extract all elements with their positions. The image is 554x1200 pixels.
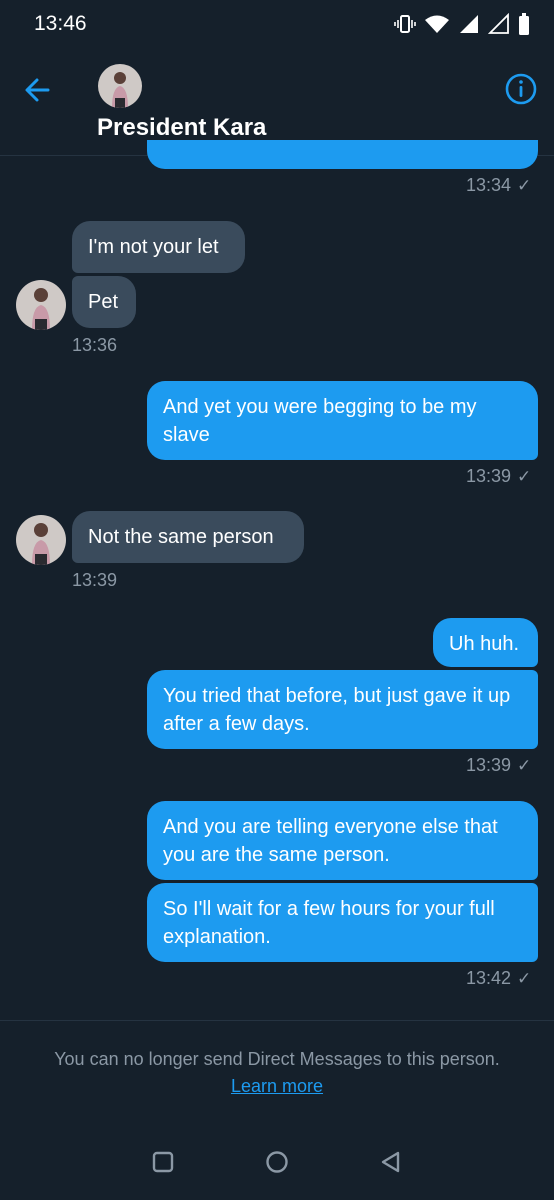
learn-more-link[interactable]: Learn more: [0, 1076, 554, 1097]
message-bubble-outgoing[interactable]: So I'll wait for a few hours for your fu…: [147, 883, 538, 962]
message-bubble-incoming[interactable]: Pet: [72, 276, 136, 328]
signal-icon: [458, 13, 480, 35]
message-bubble-outgoing[interactable]: [147, 140, 538, 169]
status-time: 13:46: [34, 12, 87, 35]
message-timestamp: 13:42 ✓: [466, 968, 532, 988]
message-timestamp: 13:39 ✓: [466, 755, 532, 775]
info-icon[interactable]: [502, 70, 540, 108]
message-timestamp: 13:39: [72, 570, 118, 590]
sender-avatar[interactable]: [16, 515, 66, 565]
battery-icon: [518, 13, 530, 35]
wifi-icon: [424, 14, 450, 34]
notice-text: You can no longer send Direct Messages t…: [54, 1049, 500, 1069]
back-triangle-icon[interactable]: [377, 1148, 405, 1176]
header-avatar[interactable]: [98, 64, 142, 108]
signal-empty-icon: [488, 13, 510, 35]
home-icon[interactable]: [263, 1148, 291, 1176]
back-arrow-icon[interactable]: [20, 72, 56, 108]
message-bubble-outgoing[interactable]: Uh huh.: [433, 618, 538, 667]
message-bubble-outgoing[interactable]: You tried that before, but just gave it …: [147, 670, 538, 749]
vibrate-icon: [394, 13, 416, 35]
status-icons: [394, 13, 530, 35]
message-bubble-incoming[interactable]: Not the same person: [72, 511, 304, 563]
check-icon: ✓: [517, 756, 532, 775]
message-timestamp: 13:34 ✓: [466, 175, 532, 195]
contact-name[interactable]: President Kara: [97, 114, 266, 142]
check-icon: ✓: [517, 969, 532, 988]
sender-avatar[interactable]: [16, 280, 66, 330]
dm-disabled-notice: You can no longer send Direct Messages t…: [0, 1020, 554, 1124]
check-icon: ✓: [517, 176, 532, 195]
message-bubble-incoming[interactable]: I'm not your let: [72, 221, 245, 273]
recents-icon[interactable]: [149, 1148, 177, 1176]
message-bubble-outgoing[interactable]: And yet you were begging to be my slave: [147, 381, 538, 460]
message-timestamp: 13:36: [72, 335, 118, 355]
message-timestamp: 13:39 ✓: [466, 466, 532, 486]
system-nav-bar: [0, 1124, 554, 1200]
status-bar: 13:46: [0, 0, 554, 48]
message-bubble-outgoing[interactable]: And you are telling everyone else that y…: [147, 801, 538, 880]
check-icon: ✓: [517, 467, 532, 486]
